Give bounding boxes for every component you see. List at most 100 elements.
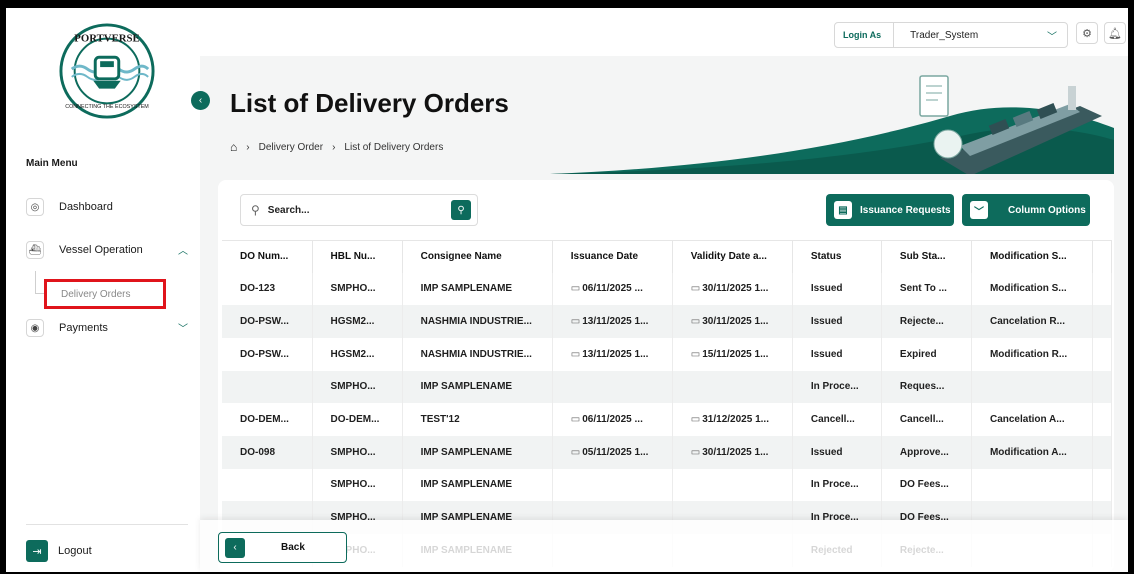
issuance-requests-button[interactable]: ▤ Issuance Requests: [826, 194, 954, 226]
column-header[interactable]: HBL Nu...: [312, 240, 403, 273]
sidebar-item-payments[interactable]: ◉ Payments ﹀: [26, 316, 188, 340]
cell-value: Reques...: [899, 381, 945, 393]
login-as-select[interactable]: Login As Trader_System ﹀: [834, 22, 1068, 48]
column-header[interactable]: DO Num...: [222, 240, 313, 273]
logout-icon: ⇥: [26, 540, 48, 562]
column-header[interactable]: Sub Sta...: [881, 240, 972, 273]
sidebar-item-label: Payments: [59, 322, 108, 334]
table-row[interactable]: SMPHO... IMP SAMPLENAME In Proce... Reques.…: [222, 370, 1113, 404]
cell-value: 15/11/2025 1...: [702, 348, 769, 360]
notifications-button[interactable]: 🔔︎: [1104, 22, 1126, 44]
cell-value: Cancell...: [810, 414, 855, 426]
sidebar-item-vessel-operation[interactable]: ⛴ Vessel Operation ︿: [26, 238, 188, 262]
cell-value: Issued: [810, 316, 843, 328]
breadcrumb-separator-icon: ›: [332, 141, 336, 153]
cell-value: NASHMIA INDUSTRIE...: [420, 316, 532, 328]
cell-value: Modification S...: [989, 283, 1067, 295]
table-cell: SMPHO...: [312, 468, 403, 502]
column-header[interactable]: Modification S...: [971, 240, 1093, 273]
table-cell: DO-PSW...: [222, 305, 313, 338]
table-cell: In Proce...: [792, 468, 882, 502]
chevron-down-icon: ﹀: [970, 201, 988, 219]
breadcrumb-link-delivery-order[interactable]: Delivery Order: [259, 142, 323, 153]
table-cell: [552, 468, 673, 502]
bell-icon: 🔔︎: [1108, 27, 1122, 40]
table-cell: IMP SAMPLENAME: [402, 435, 553, 469]
search-box: ⚲ ⚲: [240, 194, 478, 226]
table-cell: IMP SAMPLENAME: [402, 272, 553, 306]
table-row[interactable]: DO-PSW... HGSM2... NASHMIA INDUSTRIE... ▭ 13…: [222, 305, 1113, 338]
column-options-button[interactable]: ﹀ Column Options: [962, 194, 1090, 226]
table-row[interactable]: SMPHO... IMP SAMPLENAME In Proce... DO Fees…: [222, 468, 1113, 502]
page-title: List of Delivery Orders: [230, 88, 509, 118]
cell-value: DO-098: [240, 446, 276, 458]
table-header-row: DO Num... HBL Nu... Consignee Name Issua…: [222, 240, 1113, 273]
cell-value: Cancell...: [899, 414, 944, 426]
cell-value: Modification A...: [989, 446, 1067, 458]
table-cell: DO-PSW...: [222, 337, 313, 371]
table-cell: [222, 468, 313, 502]
sidebar-item-dashboard[interactable]: ◎ Dashboard: [26, 195, 188, 219]
table-cell: SMPHO...: [312, 272, 403, 306]
chevron-up-icon: ︿: [178, 246, 188, 257]
table-cell: Approve...: [881, 435, 972, 469]
table-cell: [971, 468, 1093, 502]
portverse-logo: PORTVERSE CONNECTING THE ECOSYSTEM: [59, 23, 155, 119]
cell-value: 31/12/2025 1...: [702, 414, 769, 426]
page-header: List of Delivery Orders ⌂ › Delivery Ord…: [200, 56, 1128, 174]
cell-value: Modification R...: [989, 348, 1068, 360]
cell-value: 30/11/2025 1...: [702, 446, 769, 458]
ship-banner-illustration: [550, 75, 1114, 174]
chevron-left-icon: ‹: [198, 95, 203, 106]
cell-value: IMP SAMPLENAME: [420, 446, 513, 458]
login-as-value: Trader_System: [910, 29, 979, 41]
collapse-sidebar-button[interactable]: ‹: [191, 91, 210, 110]
table-cell: DO Fees...: [881, 468, 972, 502]
table-cell: ▭ 15/11/2025 1...: [672, 337, 793, 371]
column-header[interactable]: Issuance Date: [552, 240, 673, 273]
main-menu-heading: Main Menu: [26, 158, 78, 169]
home-icon[interactable]: ⌂: [230, 140, 237, 154]
table-cell: Issued: [792, 305, 882, 338]
search-input[interactable]: [267, 204, 418, 216]
table-cell: Issued: [792, 435, 882, 469]
table-cell: Sent To ...: [881, 272, 972, 306]
cell-value: Approve...: [899, 446, 949, 458]
footer-bar: ‹ Back: [200, 520, 1128, 572]
calendar-icon: ▭: [570, 446, 581, 458]
cell-value: DO-123: [240, 283, 276, 295]
table-cell: Expired: [881, 337, 972, 371]
sidebar-subitem-delivery-orders[interactable]: Delivery Orders: [44, 279, 166, 309]
calendar-icon: ▭: [690, 414, 701, 426]
table-row[interactable]: DO-098 SMPHO... IMP SAMPLENAME ▭ 05/11/2025 …: [222, 435, 1113, 469]
svg-text:PORTVERSE: PORTVERSE: [74, 33, 139, 45]
table-row[interactable]: DO-DEM... DO-DEM... TEST'12 ▭ 06/11/2025 ...…: [222, 403, 1113, 436]
table-cell: Modification A...: [971, 435, 1093, 469]
column-header[interactable]: Status: [792, 240, 882, 273]
cell-value: DO Fees...: [899, 479, 949, 491]
settings-button[interactable]: ⚙: [1076, 22, 1098, 44]
table-cell: ▭ 30/11/2025 1...: [672, 435, 793, 469]
table-cell: ▭ 13/11/2025 1...: [552, 337, 673, 371]
cell-value: SMPHO...: [330, 381, 376, 393]
table-cell: [672, 370, 793, 404]
table-cell: ▭ 06/11/2025 ...: [552, 403, 673, 436]
logout-button[interactable]: ⇥ Logout: [26, 540, 92, 562]
table-row[interactable]: DO-PSW... HGSM2... NASHMIA INDUSTRIE... ▭ 13…: [222, 337, 1113, 371]
column-header[interactable]: Validity Date a...: [672, 240, 793, 273]
back-button[interactable]: ‹ Back: [218, 532, 347, 563]
cell-value: Issued: [810, 283, 843, 295]
column-header[interactable]: Consignee Name: [402, 240, 553, 273]
search-button[interactable]: ⚲: [451, 200, 471, 220]
table-cell: ▭ 30/11/2025 1...: [672, 272, 793, 306]
main-content: Login As Trader_System ﹀ ⚙ 🔔︎ ‹ List of …: [191, 8, 1128, 572]
table-row[interactable]: DO-123 SMPHO... IMP SAMPLENAME ▭ 06/11/2025 …: [222, 272, 1113, 306]
table-cell: Rejecte...: [881, 305, 972, 338]
table-cell: Issued: [792, 272, 882, 306]
table-cell-spacer: [1092, 435, 1113, 469]
cell-value: HGSM2...: [330, 316, 375, 328]
table-cell: DO-DEM...: [312, 403, 403, 436]
cell-value: 13/11/2025 1...: [582, 348, 649, 360]
calendar-icon: ▭: [570, 316, 581, 328]
breadcrumb-current: List of Delivery Orders: [344, 141, 444, 153]
